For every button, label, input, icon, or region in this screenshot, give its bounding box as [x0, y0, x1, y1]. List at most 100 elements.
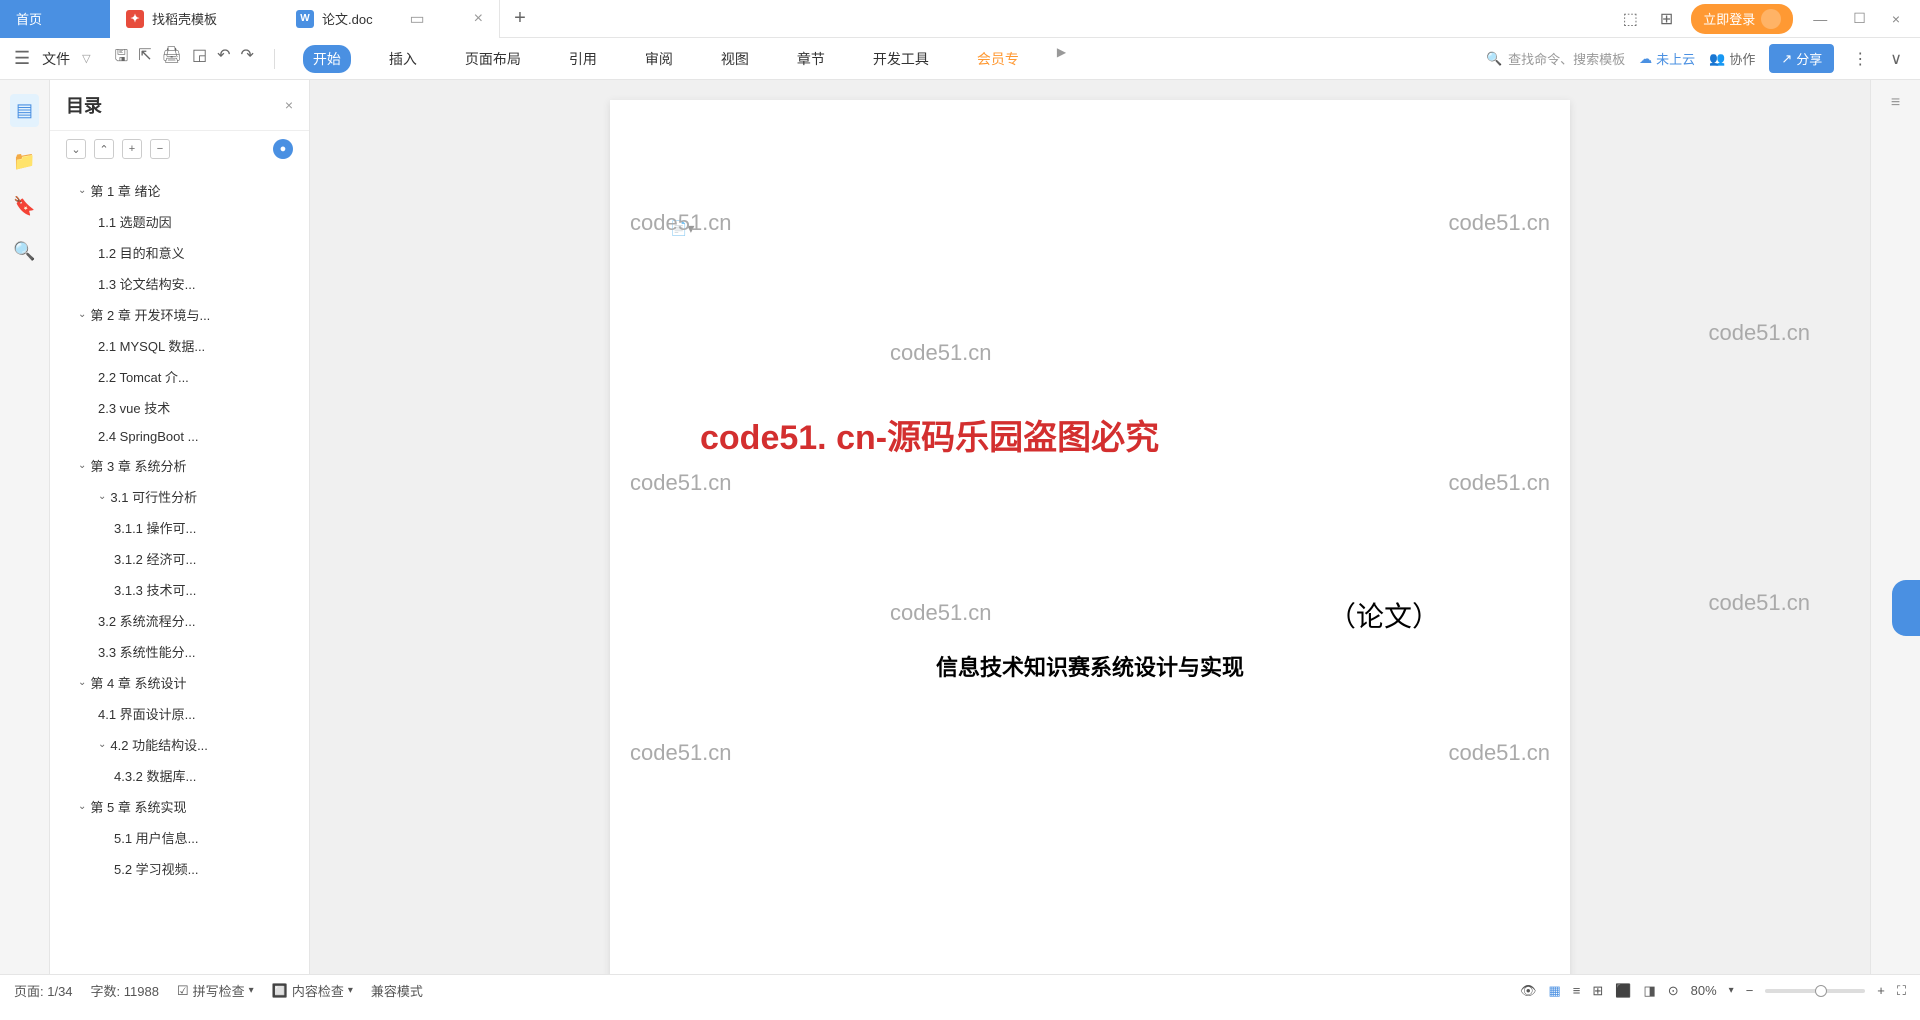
zoom-in-icon[interactable]: +	[1877, 983, 1885, 998]
ribbon-tab-review[interactable]: 审阅	[635, 45, 683, 73]
zoom-reset-icon[interactable]: ⊙	[1668, 983, 1679, 999]
outline-item-label: 5.2 学习视频...	[114, 859, 199, 878]
ribbon-tab-member[interactable]: 会员专	[967, 45, 1029, 73]
outline-item[interactable]: ⌄第 4 章 系统设计	[50, 667, 309, 698]
bookmark-icon[interactable]: 🔖	[13, 196, 35, 217]
outline-close-icon[interactable]: ×	[285, 97, 293, 113]
find-icon[interactable]: 🔍	[13, 241, 35, 262]
zoom-slider[interactable]	[1765, 989, 1865, 993]
outline-item-label: 2.1 MYSQL 数据...	[98, 336, 205, 355]
ribbon-tab-view[interactable]: 视图	[711, 45, 759, 73]
remove-item-icon[interactable]: −	[150, 139, 170, 159]
collab-button[interactable]: 👥 协作	[1709, 49, 1755, 68]
view-outline-icon[interactable]: ≡	[1573, 983, 1581, 998]
collapse-icon[interactable]: ∨	[1886, 45, 1906, 73]
tab-screen-icon[interactable]: ▭	[410, 9, 425, 29]
tab-template[interactable]: ✦ 找稻壳模板	[110, 0, 280, 38]
rightbar: ≡	[1870, 80, 1920, 974]
outline-item[interactable]: 2.2 Tomcat 介...	[50, 361, 309, 392]
apps-icon[interactable]: ⊞	[1656, 5, 1677, 33]
outline-item[interactable]: ⌄3.1 可行性分析	[50, 481, 309, 512]
ribbon-tab-reference[interactable]: 引用	[559, 45, 607, 73]
fullscreen-icon[interactable]: ⛶	[1897, 983, 1906, 999]
float-tab[interactable]	[1892, 580, 1920, 636]
outline-item[interactable]: 2.3 vue 技术	[50, 392, 309, 423]
ribbon-tab-chapter[interactable]: 章节	[787, 45, 835, 73]
outline-item[interactable]: ⌄第 1 章 绪论	[50, 175, 309, 206]
outline-item[interactable]: 2.4 SpringBoot ...	[50, 423, 309, 450]
outline-item[interactable]: 4.1 界面设计原...	[50, 698, 309, 729]
tab-close-icon[interactable]: ×	[474, 10, 483, 28]
tab-home[interactable]: 首页	[0, 0, 110, 38]
outline-item[interactable]: 3.1.2 经济可...	[50, 543, 309, 574]
ribbon-tabs: 开始 插入 页面布局 引用 审阅 视图 章节 开发工具 会员专 ▶	[303, 45, 1066, 73]
print-icon[interactable]: 🖨	[162, 45, 182, 72]
watermark: code51.cn	[1708, 320, 1810, 346]
folder-icon[interactable]: 📁	[13, 151, 35, 172]
cloud-button[interactable]: ☁ 未上云	[1639, 49, 1695, 68]
status-page[interactable]: 页面: 1/34	[14, 981, 73, 1000]
document-area[interactable]: 📄▾ code51.cn code51.cn code51.cn code51.…	[310, 80, 1870, 974]
view-web-icon[interactable]: ⊞	[1592, 983, 1603, 999]
watermark: code51.cn	[1448, 740, 1550, 766]
add-item-icon[interactable]: +	[122, 139, 142, 159]
ribbon-more-icon[interactable]: ▶	[1057, 45, 1066, 73]
layout-icon[interactable]: ⬚	[1619, 5, 1642, 33]
outline-item[interactable]: 5.1 用户信息...	[50, 822, 309, 853]
sync-icon[interactable]: ●	[273, 139, 293, 159]
share-button[interactable]: ↗ 分享	[1769, 44, 1834, 73]
ribbon-tab-insert[interactable]: 插入	[379, 45, 427, 73]
menu-icon[interactable]: ☰	[14, 48, 30, 69]
file-dropdown-icon[interactable]: ▽	[82, 52, 90, 65]
status-words[interactable]: 字数: 11988	[91, 981, 159, 1000]
view-page-icon[interactable]: ▦	[1548, 983, 1560, 999]
status-compat[interactable]: 兼容模式	[371, 981, 423, 1000]
outline-item-label: 5.1 用户信息...	[114, 828, 199, 847]
outline-item[interactable]: 3.1.1 操作可...	[50, 512, 309, 543]
outline-item[interactable]: 3.1.3 技术可...	[50, 574, 309, 605]
ribbon-tab-layout[interactable]: 页面布局	[455, 45, 531, 73]
outline-item[interactable]: ⌄第 5 章 系统实现	[50, 791, 309, 822]
minimize-button[interactable]: —	[1807, 7, 1833, 31]
outline-item[interactable]: 3.2 系统流程分...	[50, 605, 309, 636]
expand-all-icon[interactable]: ⌃	[94, 139, 114, 159]
ribbon-tab-dev[interactable]: 开发工具	[863, 45, 939, 73]
zoom-label[interactable]: 80%	[1691, 983, 1717, 998]
search-box[interactable]: 🔍 查找命令、搜索模板	[1486, 49, 1625, 68]
zoom-thumb[interactable]	[1815, 985, 1827, 997]
zoom-out-icon[interactable]: −	[1746, 983, 1754, 998]
eye-icon[interactable]: 👁	[1520, 983, 1537, 999]
more-icon[interactable]: ⋮	[1848, 45, 1872, 73]
file-menu[interactable]: 文件	[42, 49, 70, 69]
rightbar-toggle-icon[interactable]: ≡	[1871, 80, 1920, 126]
export-icon[interactable]: ⇱	[138, 45, 151, 72]
redo-icon[interactable]: ↷	[241, 45, 254, 72]
tab-add-button[interactable]: +	[500, 7, 540, 30]
save-icon[interactable]: 🖫	[115, 45, 129, 72]
preview-icon[interactable]: ◲	[192, 45, 207, 72]
maximize-button[interactable]: ☐	[1847, 6, 1872, 31]
outline-item[interactable]: 5.2 学习视频...	[50, 853, 309, 884]
outline-item[interactable]: ⌄第 2 章 开发环境与...	[50, 299, 309, 330]
collapse-all-icon[interactable]: ⌄	[66, 139, 86, 159]
outline-item[interactable]: 1.1 选题动因	[50, 206, 309, 237]
ribbon-tab-start[interactable]: 开始	[303, 45, 351, 73]
undo-icon[interactable]: ↶	[217, 45, 230, 72]
outline-icon[interactable]: ▤	[10, 94, 39, 127]
outline-item[interactable]: 4.3.2 数据库...	[50, 760, 309, 791]
tab-document[interactable]: W 论文.doc ▭ ×	[280, 0, 500, 38]
outline-item[interactable]: 2.1 MYSQL 数据...	[50, 330, 309, 361]
view-focus-icon[interactable]: ◨	[1643, 983, 1655, 999]
login-button[interactable]: 立即登录	[1691, 4, 1793, 34]
outline-item[interactable]: 1.2 目的和意义	[50, 237, 309, 268]
outline-item[interactable]: ⌄4.2 功能结构设...	[50, 729, 309, 760]
close-button[interactable]: ×	[1886, 7, 1906, 31]
zoom-dropdown-icon[interactable]: ▾	[1729, 985, 1734, 996]
status-content-check[interactable]: 🔲内容检查▾	[272, 981, 353, 1000]
outline-item[interactable]: 1.3 论文结构安...	[50, 268, 309, 299]
outline-item[interactable]: 3.3 系统性能分...	[50, 636, 309, 667]
statusbar: 页面: 1/34 字数: 11988 ☑拼写检查▾ 🔲内容检查▾ 兼容模式 👁 …	[0, 974, 1920, 1006]
outline-item[interactable]: ⌄第 3 章 系统分析	[50, 450, 309, 481]
status-spellcheck[interactable]: ☑拼写检查▾	[177, 981, 254, 1000]
view-read-icon[interactable]: ⬛	[1615, 983, 1631, 999]
